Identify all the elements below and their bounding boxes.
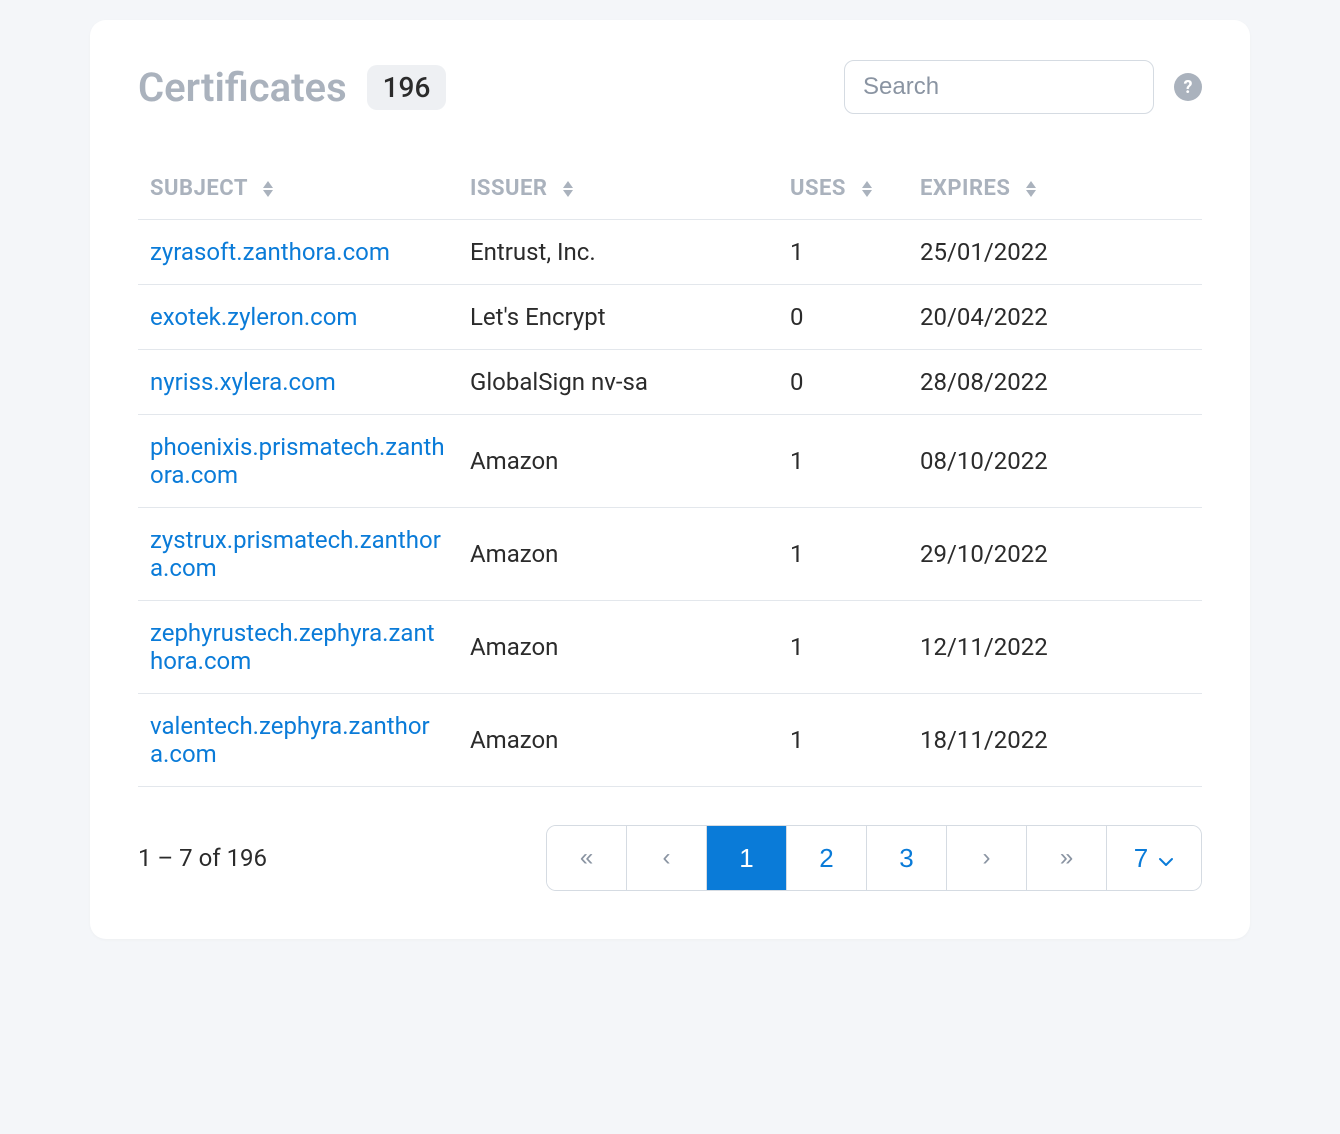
column-header-expires[interactable]: EXPIRES — [908, 162, 1202, 220]
cell-expires: 20/04/2022 — [908, 285, 1202, 350]
cell-subject: phoenixis.prismatech.zanthora.com — [138, 415, 458, 508]
cell-uses: 1 — [778, 694, 908, 787]
cell-issuer: Amazon — [458, 694, 778, 787]
pager-prev-button[interactable]: ‹ — [627, 826, 707, 890]
cell-subject: zyrasoft.zanthora.com — [138, 220, 458, 285]
pager-page-size-value: 7 — [1134, 843, 1148, 874]
sort-icon — [561, 181, 575, 197]
table-row: zyrasoft.zanthora.com Entrust, Inc.125/01… — [138, 220, 1202, 285]
count-badge: 196 — [367, 65, 447, 110]
cell-expires: 18/11/2022 — [908, 694, 1202, 787]
column-header-subject[interactable]: SUBJECT — [138, 162, 458, 220]
column-header-label: SUBJECT — [150, 176, 247, 201]
table-row: exotek.zyleron.com Let's Encrypt020/04/20… — [138, 285, 1202, 350]
sort-icon — [1024, 181, 1038, 197]
header-row: Certificates 196 ? — [138, 60, 1202, 114]
pager-page-button[interactable]: 3 — [867, 826, 947, 890]
table-row: nyriss.xylera.com GlobalSign nv-sa028/08/… — [138, 350, 1202, 415]
cell-issuer: Let's Encrypt — [458, 285, 778, 350]
footer-row: 1 – 7 of 196 « ‹ 123 › » 7 — [138, 825, 1202, 891]
sort-icon — [261, 181, 275, 197]
table-row: valentech.zephyra.zanthora.com Amazon118/… — [138, 694, 1202, 787]
cell-uses: 0 — [778, 285, 908, 350]
certificates-table: SUBJECT ISSUER USES — [138, 162, 1202, 787]
pager: « ‹ 123 › » 7 — [546, 825, 1202, 891]
table-row: zephyrustech.zephyra.zanthora.comAmazon1… — [138, 601, 1202, 694]
help-icon[interactable]: ? — [1174, 73, 1202, 101]
column-header-label: EXPIRES — [920, 176, 1010, 201]
cell-expires: 08/10/2022 — [908, 415, 1202, 508]
subject-link[interactable]: valentech.zephyra.zanthora.com — [150, 712, 430, 768]
cell-subject: valentech.zephyra.zanthora.com — [138, 694, 458, 787]
pager-last-button[interactable]: » — [1027, 826, 1107, 890]
cell-subject: nyriss.xylera.com — [138, 350, 458, 415]
pager-page-size-button[interactable]: 7 — [1107, 826, 1201, 890]
cell-uses: 1 — [778, 508, 908, 601]
cell-issuer: Entrust, Inc. — [458, 220, 778, 285]
certificates-card: Certificates 196 ? SUBJECT ISSUER — [90, 20, 1250, 939]
cell-issuer: Amazon — [458, 415, 778, 508]
table-row: phoenixis.prismatech.zanthora.comAmazon1… — [138, 415, 1202, 508]
cell-subject: zephyrustech.zephyra.zanthora.com — [138, 601, 458, 694]
cell-issuer: Amazon — [458, 601, 778, 694]
cell-uses: 1 — [778, 601, 908, 694]
cell-uses: 1 — [778, 415, 908, 508]
pager-first-button[interactable]: « — [547, 826, 627, 890]
column-header-issuer[interactable]: ISSUER — [458, 162, 778, 220]
search-input[interactable] — [844, 60, 1154, 114]
chevron-down-icon — [1158, 843, 1174, 874]
subject-link[interactable]: zephyrustech.zephyra.zanthora.com — [150, 619, 435, 675]
page-title: Certificates — [138, 64, 347, 111]
cell-subject: exotek.zyleron.com — [138, 285, 458, 350]
pager-next-button[interactable]: › — [947, 826, 1027, 890]
cell-uses: 0 — [778, 350, 908, 415]
column-header-uses[interactable]: USES — [778, 162, 908, 220]
subject-link[interactable]: exotek.zyleron.com — [150, 303, 357, 331]
pager-page-button[interactable]: 2 — [787, 826, 867, 890]
table-row: zystrux.prismatech.zanthora.com Amazon129… — [138, 508, 1202, 601]
cell-issuer: GlobalSign nv-sa — [458, 350, 778, 415]
subject-link[interactable]: nyriss.xylera.com — [150, 368, 336, 396]
cell-issuer: Amazon — [458, 508, 778, 601]
pager-page-button[interactable]: 1 — [707, 826, 787, 890]
subject-link[interactable]: phoenixis.prismatech.zanthora.com — [150, 433, 445, 489]
cell-uses: 1 — [778, 220, 908, 285]
cell-subject: zystrux.prismatech.zanthora.com — [138, 508, 458, 601]
cell-expires: 25/01/2022 — [908, 220, 1202, 285]
cell-expires: 12/11/2022 — [908, 601, 1202, 694]
title-wrap: Certificates 196 — [138, 64, 446, 111]
table-body: zyrasoft.zanthora.comEntrust, Inc.125/01… — [138, 220, 1202, 787]
sort-icon — [860, 181, 874, 197]
range-text: 1 – 7 of 196 — [138, 844, 267, 872]
table-header-row: SUBJECT ISSUER USES — [138, 162, 1202, 220]
subject-link[interactable]: zystrux.prismatech.zanthora.com — [150, 526, 441, 582]
column-header-label: USES — [790, 176, 846, 201]
subject-link[interactable]: zyrasoft.zanthora.com — [150, 238, 390, 266]
cell-expires: 28/08/2022 — [908, 350, 1202, 415]
cell-expires: 29/10/2022 — [908, 508, 1202, 601]
column-header-label: ISSUER — [470, 176, 548, 201]
header-right: ? — [844, 60, 1202, 114]
